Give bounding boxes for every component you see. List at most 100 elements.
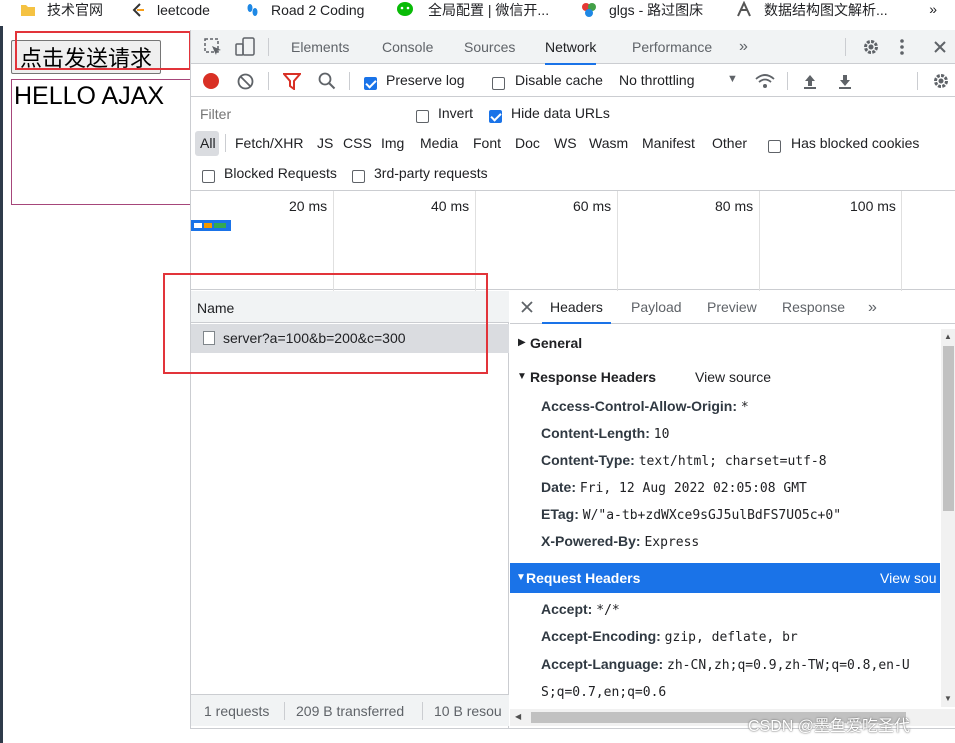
window-edge [0,26,3,743]
request-header-row: Accept-Language: zh-CN,zh;q=0.9,zh-TW;q=… [541,656,910,673]
filter-type-fetch-xhr[interactable]: Fetch/XHR [235,135,303,151]
record-icon[interactable] [202,72,220,93]
tab-sources[interactable]: Sources [464,30,515,64]
devtools-panel: Elements Console Sources Network Perform… [190,30,955,743]
preserve-log-checkbox[interactable] [364,74,377,90]
bookmark-label: 技术官网 [47,2,103,18]
bookmark-wechat[interactable]: 全局配置 | 微信开... [397,0,549,20]
filter-type-ws[interactable]: WS [554,135,577,151]
filter-type-doc[interactable]: Doc [515,135,540,151]
bookmarks-bar: 技术官网 leetcode Road 2 Coding 全局配置 | 微信开..… [0,0,955,26]
filter-type-js[interactable]: JS [317,135,333,151]
settings-gear-icon[interactable] [862,38,880,59]
hide-data-urls-label: Hide data URLs [511,105,610,121]
filter-type-manifest[interactable]: Manifest [642,135,695,151]
network-settings-gear-icon[interactable] [932,72,950,93]
invert-checkbox[interactable] [416,107,429,123]
blocked-requests-label: Blocked Requests [224,165,337,181]
clear-icon[interactable] [237,73,254,93]
request-header-row: Accept-Encoding: gzip, deflate, br [541,628,798,645]
filter-type-media[interactable]: Media [420,135,458,151]
inspect-element-icon[interactable] [203,37,223,60]
more-tabs-button[interactable]: » [739,30,748,64]
separator [422,702,423,720]
throttling-select[interactable]: No throttling [619,72,694,88]
scroll-left-arrow-icon[interactable]: ◀ [515,712,521,721]
search-icon[interactable] [318,72,336,93]
separator [284,702,285,720]
request-view-source-link[interactable]: View sou [880,563,937,593]
timeline-tick-label: 20 ms [289,198,328,214]
bookmark-leetcode[interactable]: leetcode [130,0,210,20]
separator [268,38,269,56]
disable-cache-label: Disable cache [515,72,603,88]
response-header-row: Date: Fri, 12 Aug 2022 02:05:08 GMT [541,479,807,496]
tab-response[interactable]: Response [782,291,845,324]
timeline-tick-label: 60 ms [573,198,612,214]
tab-network[interactable]: Network [545,30,597,65]
import-har-icon[interactable] [802,73,818,93]
close-details-icon[interactable] [521,300,533,316]
bookmark-glgs[interactable]: glgs - 路过图床 [580,0,703,20]
filter-type-all[interactable]: All [200,135,216,151]
bookmarks-more-button[interactable]: » [929,1,937,17]
view-source-link[interactable]: View source [695,362,771,392]
expand-arrow-icon: ▶ [518,337,526,348]
export-har-icon[interactable] [837,73,853,93]
network-status-bar: 1 requests 209 B transferred 10 B resou [191,694,509,726]
hide-data-urls-checkbox[interactable] [489,107,502,123]
filter-type-other[interactable]: Other [712,135,747,151]
result-text: HELLO AJAX [14,82,165,110]
response-header-row: Content-Type: text/html; charset=utf-8 [541,452,827,469]
bookmark-label: 数据结构图文解析... [764,2,888,18]
request-headers-title: Request Headers [526,570,641,586]
vertical-scroll-thumb[interactable] [943,346,954,511]
tab-payload[interactable]: Payload [631,291,682,324]
watermark: CSDN @墨鱼爱吃圣代 [748,718,911,735]
folder-icon [20,2,36,18]
bookmark-data-structures[interactable]: 数据结构图文解析... [735,0,888,20]
has-blocked-cookies-checkbox[interactable] [768,137,781,153]
tab-console[interactable]: Console [382,30,433,64]
filter-input[interactable] [195,102,399,126]
third-party-checkbox[interactable] [352,167,365,183]
timeline-gridline [759,191,760,291]
network-conditions-icon[interactable] [754,72,776,93]
timeline-request-bar [191,220,231,231]
general-title: General [530,335,583,351]
filter-type-font[interactable]: Font [473,135,501,151]
resources-size: 10 B resou [434,703,502,719]
bookmark-road2coding[interactable]: Road 2 Coding [244,0,364,20]
bookmark-label: 全局配置 | 微信开... [428,2,550,18]
scroll-up-arrow-icon[interactable]: ▲ [944,332,952,341]
device-toolbar-icon[interactable] [234,36,256,61]
tab-preview[interactable]: Preview [707,291,757,324]
timeline-gridline [617,191,618,291]
bookmark-tech-site[interactable]: 技术官网 [20,0,103,20]
disable-cache-checkbox[interactable] [492,74,505,90]
tab-elements[interactable]: Elements [291,30,349,64]
palette-icon [580,1,598,19]
request-count: 1 requests [204,703,270,719]
more-detail-tabs-button[interactable]: » [868,291,877,324]
separator [225,134,226,152]
separator [268,72,269,90]
vertical-scrollbar[interactable]: ▲ ▼ [941,329,955,707]
tab-headers[interactable]: Headers [542,291,611,324]
tab-performance[interactable]: Performance [632,30,712,64]
kebab-menu-icon[interactable] [899,38,905,59]
filter-type-css[interactable]: CSS [343,135,372,151]
scroll-down-arrow-icon[interactable]: ▼ [944,694,952,703]
collapse-arrow-icon: ▼ [517,371,527,382]
request-header-row: Accept: */* [541,601,620,618]
close-devtools-icon[interactable] [933,40,947,57]
highlight-frame-button [15,31,191,70]
blocked-requests-checkbox[interactable] [202,167,215,183]
chevron-down-icon[interactable]: ▼ [727,73,738,85]
response-headers-section-header[interactable]: ▼ Response Headers View source [510,362,940,392]
filter-type-img[interactable]: Img [381,135,404,151]
filter-funnel-icon[interactable] [281,73,303,93]
filter-type-wasm[interactable]: Wasm [589,135,628,151]
request-headers-section-header[interactable]: ▼ Request Headers View sou [510,563,940,593]
invert-label: Invert [438,105,474,121]
